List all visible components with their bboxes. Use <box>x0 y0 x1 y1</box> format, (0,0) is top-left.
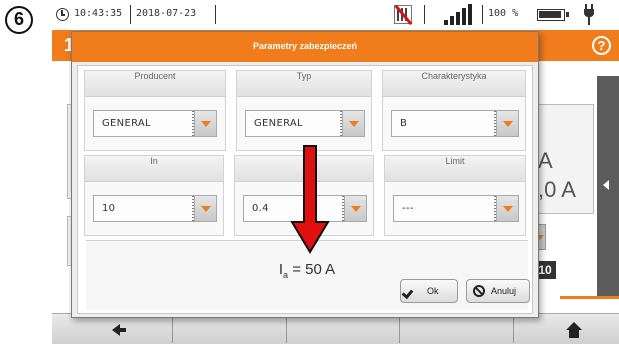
time-select[interactable]: 0.4 <box>243 195 367 222</box>
select-value: 10 <box>102 203 116 214</box>
result-area: Ia = 50 A <box>86 240 528 310</box>
field-type: Typ GENERAL <box>236 70 372 151</box>
ok-label: Ok <box>427 286 439 296</box>
divider <box>130 5 131 24</box>
divider <box>482 5 483 24</box>
back-arrow-icon[interactable] <box>112 324 126 336</box>
select-value: 0.4 <box>252 203 269 214</box>
field-label: Typ <box>237 71 371 97</box>
limit-select[interactable]: --- <box>393 195 519 222</box>
dialog-body: Producent GENERAL Typ GENERAL Charaktery… <box>77 65 533 314</box>
chevron-down-icon[interactable] <box>192 111 216 136</box>
divider <box>424 5 425 24</box>
dialog-header: Parametry zabezpieczeń <box>72 32 538 62</box>
field-producer: Producent GENERAL <box>84 70 226 151</box>
status-bar: 10:43:35 2018-07-23 100 % <box>52 0 619 30</box>
field-time: t 0.4 <box>234 155 374 236</box>
cancel-label: Anuluj <box>491 286 517 296</box>
home-icon[interactable] <box>566 322 582 338</box>
status-time: 10:43:35 <box>74 8 123 19</box>
chevron-down-icon[interactable] <box>192 196 216 221</box>
select-value: GENERAL <box>254 118 303 129</box>
checkmark-icon <box>407 286 419 295</box>
protection-parameters-dialog: Parametry zabezpieczeń Producent GENERAL… <box>71 31 539 318</box>
select-value: --- <box>402 203 414 214</box>
select-value: GENERAL <box>102 118 151 129</box>
ok-button[interactable]: Ok <box>400 279 458 303</box>
status-date: 2018-07-23 <box>136 8 197 19</box>
chevron-down-icon[interactable] <box>342 196 366 221</box>
field-label: In <box>85 156 223 182</box>
cancel-icon <box>473 285 485 297</box>
type-select[interactable]: GENERAL <box>245 110 365 137</box>
producer-select[interactable]: GENERAL <box>93 110 217 137</box>
select-value: B <box>400 118 408 129</box>
divider <box>215 5 216 24</box>
field-label: t <box>235 156 373 182</box>
accent-line <box>560 296 619 299</box>
in-select[interactable]: 10 <box>93 195 217 222</box>
field-label: Producent <box>85 71 225 97</box>
cancel-button[interactable]: Anuluj <box>466 279 530 303</box>
chevron-down-icon[interactable] <box>494 196 518 221</box>
chevron-down-icon[interactable] <box>340 111 364 136</box>
chevron-down-icon[interactable] <box>494 111 518 136</box>
dialog-title: Parametry zabezpieczeń <box>252 41 358 51</box>
help-icon[interactable]: ? <box>592 36 611 55</box>
field-limit: Limit --- <box>384 155 526 236</box>
plug-icon <box>582 4 596 26</box>
signal-strength-icon <box>444 4 474 25</box>
clock-icon <box>56 8 69 21</box>
field-in: In 10 <box>84 155 224 236</box>
step-number-badge: 6 <box>5 6 33 34</box>
arrow-left-icon <box>603 180 609 190</box>
side-panel-toggle[interactable] <box>597 76 619 296</box>
field-label: Limit <box>385 156 525 182</box>
field-label: Charakterystyka <box>383 71 525 97</box>
characteristic-select[interactable]: B <box>391 110 519 137</box>
no-connection-icon <box>394 5 412 24</box>
background-unit: A <box>538 148 553 173</box>
battery-percent: 100 % <box>488 8 519 19</box>
background-value: ,0 A <box>538 177 576 202</box>
field-characteristic: Charakterystyka B <box>382 70 526 151</box>
battery-icon <box>537 9 569 21</box>
trip-current-result: Ia = 50 A <box>278 261 336 280</box>
